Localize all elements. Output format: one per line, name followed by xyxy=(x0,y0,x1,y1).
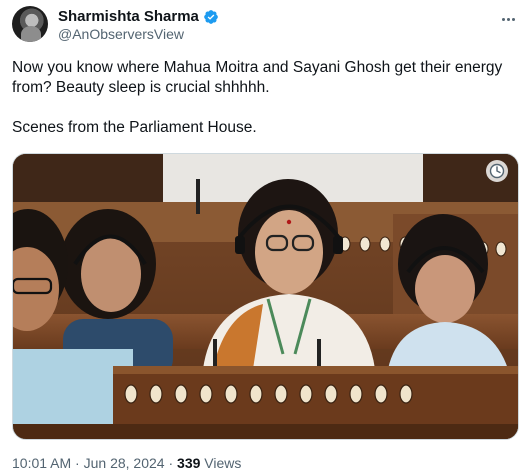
author-display-name[interactable]: Sharmishta Sharma xyxy=(58,8,199,25)
author-name-row: Sharmishta Sharma xyxy=(58,8,219,25)
clock-icon xyxy=(486,160,508,182)
meta-separator: · xyxy=(75,455,80,471)
tweet-media-photo[interactable] xyxy=(12,153,519,440)
meta-separator-2: · xyxy=(168,455,174,471)
tweet-time[interactable]: 10:01 AM xyxy=(12,455,71,471)
views-count: 339 xyxy=(177,455,201,471)
author-handle[interactable]: @AnObserversView xyxy=(58,26,184,42)
tweet-text: Now you know where Mahua Moitra and Saya… xyxy=(12,59,503,136)
avatar[interactable] xyxy=(12,6,48,42)
more-options-icon[interactable] xyxy=(497,10,519,28)
views-label: Views xyxy=(204,455,242,471)
tweet-date[interactable]: Jun 28, 2024 xyxy=(84,455,165,471)
tweet-meta: 10:01 AM · Jun 28, 2024 · 339 Views xyxy=(12,455,241,471)
parliament-photo xyxy=(13,154,518,439)
tweet-header: Sharmishta Sharma @AnObserversView xyxy=(12,6,519,46)
verified-badge-icon xyxy=(204,9,218,24)
